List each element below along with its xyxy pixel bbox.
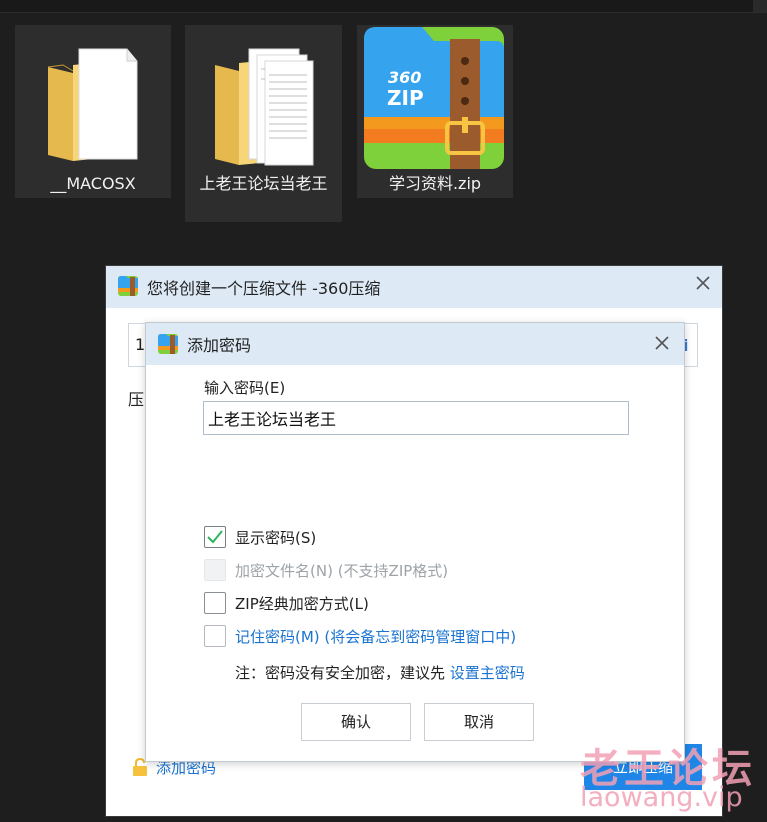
checkmark-icon	[207, 530, 223, 544]
desktop-item-label: 学习资料.zip	[388, 174, 482, 193]
desktop-item-folder[interactable]: 上老王论坛当老王	[185, 25, 342, 222]
encrypt-filenames-label: 加密文件名(N) (不支持ZIP格式)	[235, 562, 449, 580]
folder-icon	[47, 48, 138, 161]
window-top-strip-end	[753, 0, 767, 12]
archive-path-value: 1	[135, 335, 146, 354]
desktop-item-macosx[interactable]: __MACOSX	[15, 25, 171, 198]
zip-classic-encryption-checkbox[interactable]	[204, 592, 226, 614]
password-input-label: 输入密码(E)	[204, 379, 286, 397]
desktop-item-label: __MACOSX	[50, 174, 136, 193]
remember-password-label[interactable]: 记住密码(M) (将会备忘到密码管理窗口中)	[235, 626, 516, 647]
window-top-strip	[0, 0, 767, 13]
security-note-text: 注：密码没有安全加密，建议先	[235, 664, 446, 682]
360zip-small-icon	[158, 334, 178, 354]
desktop-item-label-text: 上老王论坛当老王	[199, 174, 328, 193]
close-icon[interactable]	[651, 332, 673, 354]
cancel-button[interactable]: 取消	[424, 703, 534, 741]
show-password-checkbox[interactable]	[204, 526, 226, 548]
compression-label: 压	[128, 390, 145, 409]
encrypt-filenames-checkbox	[204, 559, 226, 581]
zip-classic-encryption-label: ZIP经典加密方式(L)	[235, 595, 369, 613]
create-archive-titlebar: 您将创建一个压缩文件 -360压缩	[106, 266, 722, 308]
password-input[interactable]	[203, 401, 629, 435]
360zip-logo-text-bottom: ZIP	[387, 86, 424, 110]
show-password-label: 显示密码(S)	[235, 529, 317, 547]
create-archive-title: 您将创建一个压缩文件 -360压缩	[147, 279, 381, 298]
set-master-password-link[interactable]: 设置主密码	[450, 664, 525, 682]
watermark-url: laowang.vip	[580, 782, 743, 813]
remember-password-checkbox[interactable]	[204, 625, 226, 647]
add-password-title: 添加密码	[187, 336, 252, 355]
desktop-item-label: 上老王论坛当老王	[185, 172, 342, 195]
confirm-button[interactable]: 确认	[301, 703, 411, 741]
add-password-titlebar: 添加密码	[146, 323, 684, 365]
desktop-item-zip[interactable]: 360 ZIP 学习资料.zip	[357, 25, 513, 198]
360zip-archive-icon: 360 ZIP	[364, 27, 504, 169]
close-icon[interactable]	[692, 272, 714, 294]
360zip-small-icon	[118, 276, 138, 296]
security-note: 注：密码没有安全加密，建议先 设置主密码	[235, 662, 525, 683]
360zip-logo-text-top: 360	[388, 68, 421, 87]
folder-with-documents-icon	[215, 48, 314, 166]
add-password-dialog: 添加密码 输入密码(E) 显示密码(S) 加密文件名(N) (不支持ZIP格式)…	[145, 322, 685, 762]
